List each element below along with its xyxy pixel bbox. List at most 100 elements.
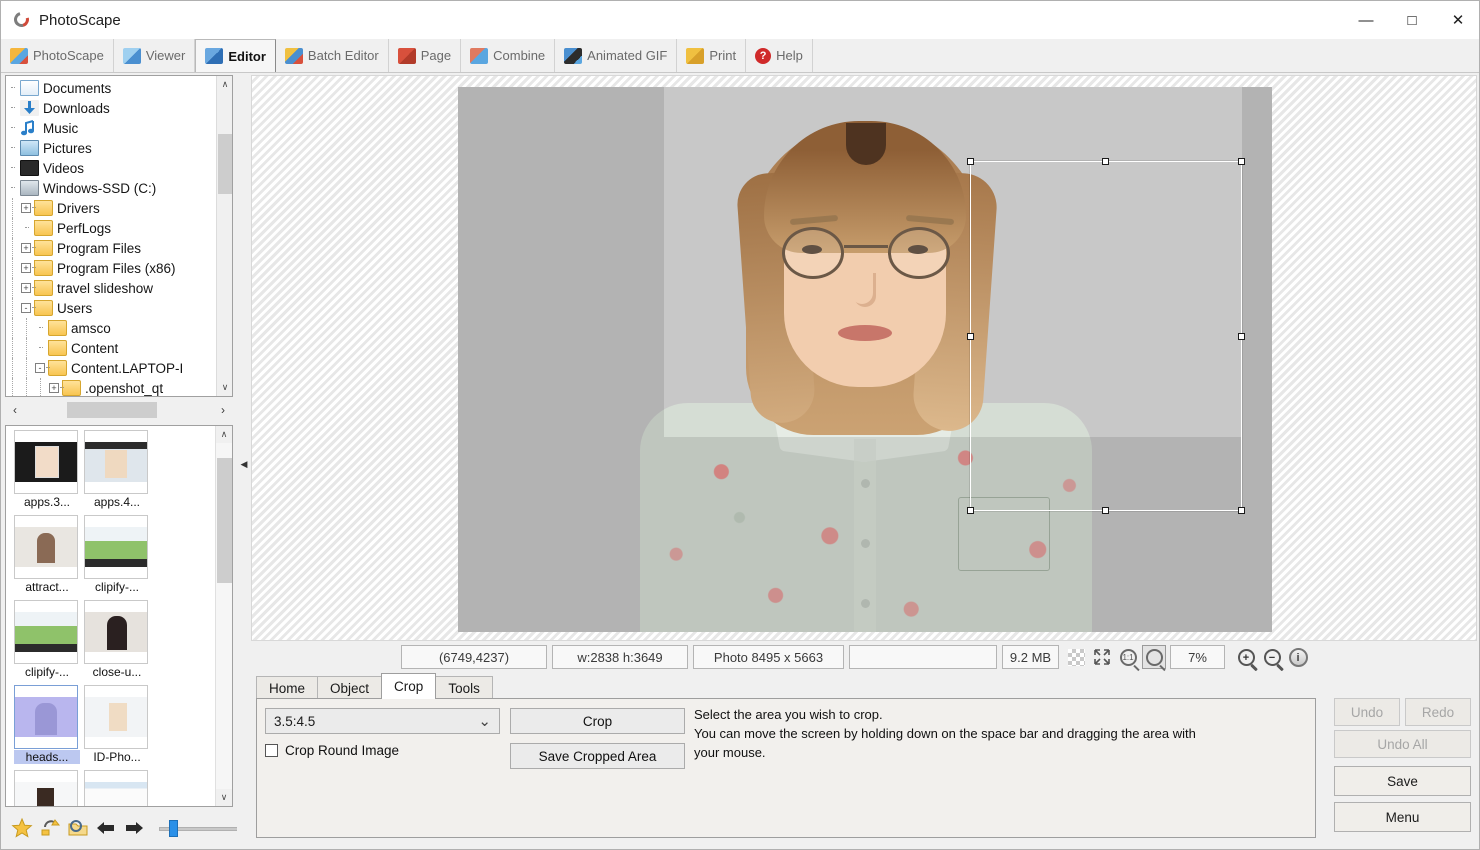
tab-viewer[interactable]: Viewer	[114, 39, 196, 72]
tree-item[interactable]: Pictures	[6, 138, 218, 158]
thumbnail-item[interactable]: clipify-...	[14, 600, 80, 679]
thumbnail-item[interactable]: clipify-...	[84, 515, 150, 594]
slider-knob[interactable]	[169, 820, 178, 837]
close-icon[interactable]: ✕	[1435, 1, 1479, 39]
zoom-in-icon[interactable]: +	[1234, 645, 1258, 669]
crop-ratio-select[interactable]: 3.5:4.5 ⌄	[265, 708, 500, 734]
tree-item[interactable]: Downloads	[6, 98, 218, 118]
tree-item[interactable]: amsco	[6, 318, 218, 338]
thumbnail-item[interactable]: apps.4...	[84, 430, 150, 509]
scrollbar-thumb[interactable]	[218, 134, 232, 194]
scroll-left-icon[interactable]: ‹	[5, 399, 25, 421]
menu-button[interactable]: Menu	[1334, 802, 1471, 832]
crop-selection-rectangle[interactable]	[967, 158, 1245, 514]
thumbnail-item[interactable]: attract...	[14, 515, 80, 594]
crop-handle-bottom-left[interactable]	[967, 507, 974, 514]
image-canvas[interactable]	[251, 75, 1477, 641]
tab-animated-gif[interactable]: Animated GIF	[555, 39, 678, 72]
tab-object[interactable]: Object	[317, 676, 383, 699]
tree-expander-icon[interactable]: +	[20, 258, 36, 278]
crop-handle-top-right[interactable]	[1238, 158, 1245, 165]
crop-handle-middle-left[interactable]	[967, 333, 974, 340]
scrollbar-track[interactable]	[25, 401, 213, 419]
maximize-icon[interactable]: □	[1389, 1, 1435, 39]
folder-tree[interactable]: Documents Downloads Music Pictures Videos Win…	[5, 75, 233, 397]
undo-all-button[interactable]: Undo All	[1334, 730, 1471, 758]
scrollbar-thumb[interactable]	[67, 402, 157, 418]
refresh-folder-icon[interactable]	[39, 817, 61, 839]
tab-crop[interactable]: Crop	[381, 673, 437, 699]
tree-item[interactable]: + Program Files (x86)	[6, 258, 218, 278]
tree-expander-icon[interactable]: +	[48, 378, 64, 396]
tree-item[interactable]: + Drivers	[6, 198, 218, 218]
back-arrow-icon[interactable]	[95, 817, 117, 839]
thumbnail-item[interactable]: close-u...	[84, 600, 150, 679]
scroll-up-icon[interactable]: ∧	[217, 76, 232, 93]
minimize-icon[interactable]: —	[1343, 1, 1389, 39]
crop-round-image-checkbox[interactable]: Crop Round Image	[265, 743, 399, 758]
tree-item[interactable]: Music	[6, 118, 218, 138]
scroll-up-icon[interactable]: ∧	[216, 426, 232, 443]
fit-screen-icon[interactable]	[1142, 645, 1166, 669]
tab-photoscape[interactable]: PhotoScape	[1, 39, 114, 72]
tree-vertical-scrollbar[interactable]: ∧ ∨	[216, 76, 232, 396]
thumbnail-item[interactable]: ID-Pho...	[84, 685, 150, 764]
tab-combine[interactable]: Combine	[461, 39, 556, 72]
tab-page[interactable]: Page	[389, 39, 462, 72]
tree-item[interactable]: PerfLogs	[6, 218, 218, 238]
tab-home[interactable]: Home	[256, 676, 319, 699]
open-folder-icon[interactable]	[67, 817, 89, 839]
tree-item[interactable]: + travel slideshow	[6, 278, 218, 298]
image-info-icon[interactable]: i	[1286, 645, 1310, 669]
tree-expander-icon[interactable]: -	[20, 298, 36, 318]
scrollbar-thumb[interactable]	[217, 458, 232, 583]
crop-handle-bottom-right[interactable]	[1238, 507, 1245, 514]
zoom-out-icon[interactable]: −	[1260, 645, 1284, 669]
collapse-panel-icon[interactable]: ◀	[239, 451, 249, 477]
thumbnail-item[interactable]: heads...	[14, 685, 80, 764]
tree-item[interactable]: - Content.LAPTOP-I	[6, 358, 218, 378]
save-button[interactable]: Save	[1334, 766, 1471, 796]
tree-item[interactable]: Videos	[6, 158, 218, 178]
zoom-level-field[interactable]: 7%	[1170, 645, 1225, 669]
tree-item[interactable]: Windows-SSD (C:)	[6, 178, 218, 198]
crop-handle-middle-right[interactable]	[1238, 333, 1245, 340]
checkerboard-icon[interactable]	[1064, 645, 1088, 669]
undo-button[interactable]: Undo	[1334, 698, 1400, 726]
thumbnail-item[interactable]: passpo...	[84, 770, 150, 806]
save-cropped-area-button[interactable]: Save Cropped Area	[510, 743, 685, 769]
thumbnail-item[interactable]: Passpo...	[14, 770, 80, 806]
crop-handle-top-left[interactable]	[967, 158, 974, 165]
tab-tools[interactable]: Tools	[435, 676, 493, 699]
tree-expander-icon[interactable]: +	[20, 278, 36, 298]
thumbnail-size-slider[interactable]	[159, 819, 247, 837]
crop-handle-top-center[interactable]	[1102, 158, 1109, 165]
tree-expander-icon[interactable]: +	[20, 198, 36, 218]
tab-print[interactable]: Print	[677, 39, 747, 72]
scroll-right-icon[interactable]: ›	[213, 399, 233, 421]
tree-item[interactable]: Documents	[6, 78, 218, 98]
scroll-down-icon[interactable]: ∨	[217, 379, 232, 396]
actual-size-icon[interactable]: 1:1	[1116, 645, 1140, 669]
thumbnail-item[interactable]: apps.3...	[14, 430, 80, 509]
crop-button[interactable]: Crop	[510, 708, 685, 734]
panel-splitter[interactable]: ◀	[237, 73, 251, 849]
tree-horizontal-scrollbar[interactable]: ‹ ›	[5, 399, 233, 421]
thumbnail-scrollbar[interactable]: ∧ ∨	[215, 426, 232, 806]
tree-expander-icon[interactable]: +	[20, 238, 36, 258]
crop-handle-bottom-center[interactable]	[1102, 507, 1109, 514]
tab-help[interactable]: ? Help	[746, 39, 813, 72]
chevron-down-icon[interactable]: ⌄	[478, 712, 491, 730]
tab-editor[interactable]: Editor	[195, 39, 276, 72]
thumbnail-browser[interactable]: apps.3... apps.4... attract... clipify-... c…	[5, 425, 233, 807]
fit-to-window-icon[interactable]	[1090, 645, 1114, 669]
redo-button[interactable]: Redo	[1405, 698, 1471, 726]
tree-item[interactable]: - Users	[6, 298, 218, 318]
tree-expander-icon[interactable]: -	[34, 358, 50, 378]
star-icon[interactable]	[11, 817, 33, 839]
tab-batch-editor[interactable]: Batch Editor	[276, 39, 389, 72]
checkbox-box[interactable]	[265, 744, 278, 757]
forward-arrow-icon[interactable]	[123, 817, 145, 839]
tree-item[interactable]: + Program Files	[6, 238, 218, 258]
tree-item[interactable]: + .openshot_qt	[6, 378, 218, 396]
